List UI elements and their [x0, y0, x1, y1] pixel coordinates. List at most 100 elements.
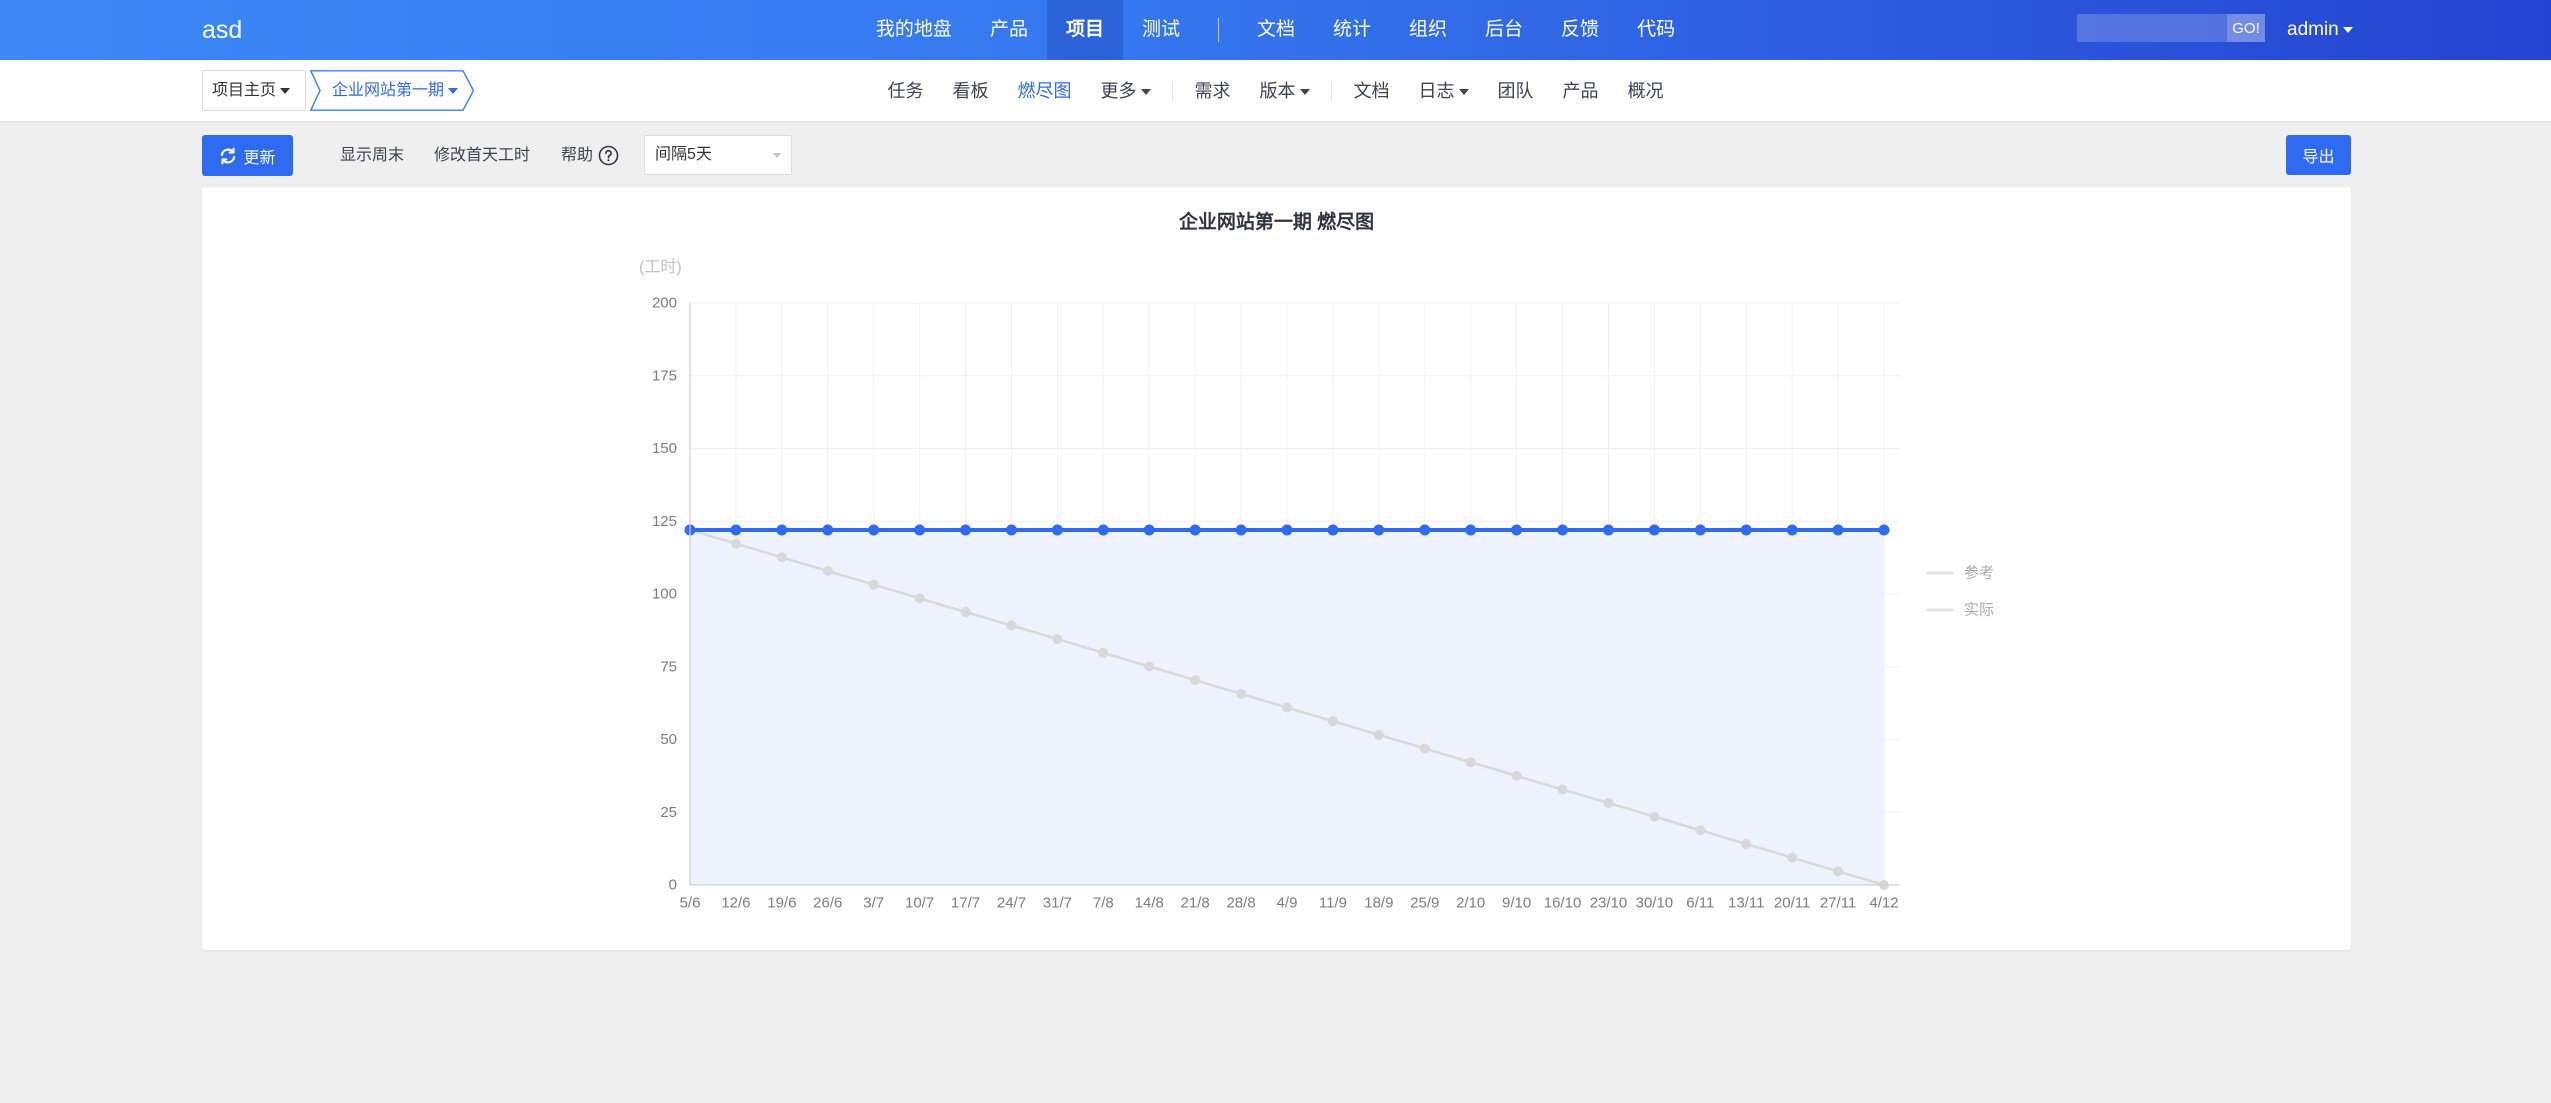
x-tick-label: 31/7: [1043, 895, 1072, 912]
nav-item-org[interactable]: 组织: [1390, 0, 1466, 60]
x-tick-label: 27/11: [1820, 895, 1856, 912]
nav-item-stats[interactable]: 统计: [1314, 0, 1390, 60]
search-go-button[interactable]: GO!: [2227, 14, 2265, 42]
actual-point: [1786, 524, 1798, 536]
actual-point: [1005, 524, 1017, 536]
tab-version[interactable]: 版本: [1245, 60, 1324, 122]
y-tick-label: 125: [652, 513, 677, 530]
tab-task[interactable]: 任务: [873, 60, 938, 122]
x-tick-label: 6/11: [1686, 895, 1714, 912]
refresh-button-label: 更新: [243, 149, 276, 167]
subnav-divider: [1331, 81, 1332, 101]
x-tick-label: 26/6: [813, 895, 842, 912]
tab-doc[interactable]: 文档: [1339, 60, 1404, 122]
x-tick-label: 11/9: [1319, 895, 1347, 912]
x-tick-label: 25/9: [1410, 895, 1439, 912]
x-tick-label: 20/11: [1774, 895, 1810, 912]
reference-point: [1465, 757, 1476, 768]
reference-point: [1695, 825, 1706, 836]
y-tick-label: 50: [660, 731, 677, 748]
x-tick-label: 28/8: [1226, 895, 1255, 912]
user-name: admin: [2287, 19, 2339, 40]
x-tick-label: 5/6: [680, 895, 701, 912]
tab-version-label: 版本: [1259, 81, 1296, 101]
sub-navbar: 项目主页 企业网站第一期 任务 看板 燃尽图 更多 需求 版本 文档 日志 团队…: [0, 60, 2551, 122]
reference-point: [1741, 838, 1752, 849]
actual-point: [1373, 524, 1385, 536]
tab-log[interactable]: 日志: [1404, 60, 1483, 122]
refresh-button[interactable]: 更新: [202, 135, 293, 176]
actual-point: [868, 524, 880, 536]
tab-more[interactable]: 更多: [1086, 60, 1165, 122]
edit-first-day-hours-link[interactable]: 修改首天工时: [434, 135, 530, 176]
actual-point: [1557, 524, 1569, 536]
actual-point: [1281, 524, 1293, 536]
actual-point: [1235, 524, 1247, 536]
x-tick-label: 10/7: [905, 895, 934, 912]
help-label: 帮助: [561, 147, 594, 164]
actual-point: [1878, 524, 1890, 536]
nav-item-test[interactable]: 测试: [1123, 0, 1199, 60]
tab-story[interactable]: 需求: [1180, 60, 1245, 122]
breadcrumb-home-label: 项目主页: [212, 82, 277, 99]
nav-item-admin[interactable]: 后台: [1466, 0, 1542, 60]
reference-point: [1373, 729, 1384, 740]
y-tick-label: 100: [652, 586, 677, 603]
y-tick-label: 175: [652, 367, 677, 384]
reference-point: [1833, 866, 1844, 877]
subnav-divider: [1172, 81, 1173, 101]
nav-item-feedback[interactable]: 反馈: [1542, 0, 1618, 60]
nav-item-doc[interactable]: 文档: [1238, 0, 1314, 60]
tab-product[interactable]: 产品: [1548, 60, 1613, 122]
reference-point: [1236, 688, 1247, 699]
actual-point: [1740, 524, 1752, 536]
reference-point: [1511, 770, 1522, 781]
actual-point: [1465, 524, 1477, 536]
legend-item-actual[interactable]: 实际: [1926, 602, 1994, 619]
reference-point: [1603, 797, 1614, 808]
nav-divider: [1217, 18, 1219, 42]
y-tick-label: 150: [652, 440, 677, 457]
nav-item-code[interactable]: 代码: [1618, 0, 1694, 60]
reference-point: [914, 593, 925, 604]
nav-item-project[interactable]: 项目: [1046, 0, 1123, 60]
top-navbar: asd 我的地盘 产品 项目 测试 文档 统计 组织 后台 反馈 代码 GO! …: [0, 0, 2551, 60]
x-tick-label: 3/7: [863, 895, 884, 912]
reference-point: [730, 538, 741, 549]
actual-point: [1097, 524, 1109, 536]
reference-point: [1327, 716, 1338, 727]
tab-team[interactable]: 团队: [1483, 60, 1548, 122]
help-link[interactable]: 帮助: [561, 135, 619, 176]
actual-point: [1419, 524, 1431, 536]
breadcrumb-project-home[interactable]: 项目主页: [202, 70, 306, 111]
brand-name[interactable]: asd: [202, 0, 242, 60]
nav-item-my-dashboard[interactable]: 我的地盘: [857, 0, 971, 60]
show-weekend-link[interactable]: 显示周末: [340, 135, 404, 176]
interval-select[interactable]: 间隔5天: [644, 135, 792, 175]
reference-point: [1052, 634, 1063, 645]
caret-down-icon: [280, 87, 291, 94]
tab-overview[interactable]: 概况: [1613, 60, 1678, 122]
reference-point: [960, 607, 971, 618]
question-circle-icon: [598, 145, 619, 166]
reference-point: [1557, 784, 1568, 795]
reference-point: [1006, 620, 1017, 631]
caret-down-icon: [1140, 89, 1151, 96]
caret-down-icon: [773, 153, 781, 158]
search-input[interactable]: [2077, 14, 2227, 42]
caret-down-icon: [1299, 89, 1310, 96]
tab-burndown[interactable]: 燃尽图: [1003, 60, 1086, 122]
breadcrumb-current-project[interactable]: 企业网站第一期: [310, 70, 475, 111]
x-tick-label: 16/10: [1544, 895, 1582, 912]
legend-item-reference[interactable]: 参考: [1926, 565, 1994, 582]
nav-item-product[interactable]: 产品: [971, 0, 1047, 60]
tab-kanban[interactable]: 看板: [938, 60, 1003, 122]
reference-point: [1144, 661, 1155, 672]
export-button[interactable]: 导出: [2286, 135, 2351, 175]
user-menu[interactable]: admin: [2287, 0, 2353, 60]
legend-label: 参考: [1964, 565, 1994, 582]
project-sub-nav: 任务 看板 燃尽图 更多 需求 版本 文档 日志 团队 产品 概况: [600, 60, 1951, 122]
refresh-icon: [221, 147, 236, 164]
actual-point: [1694, 524, 1706, 536]
interval-select-value: 间隔5天: [655, 146, 712, 163]
